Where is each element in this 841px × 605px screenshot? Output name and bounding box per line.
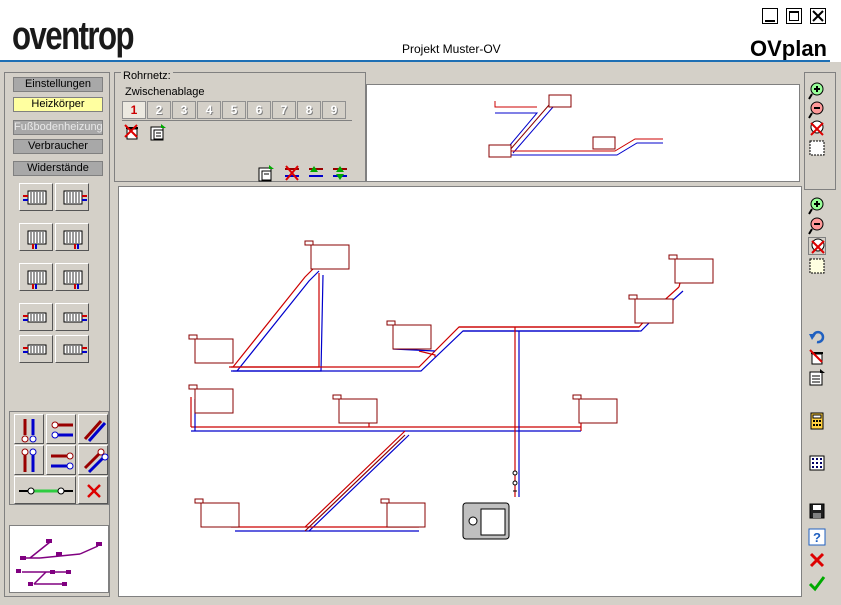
- radiator-bottom-right-icon[interactable]: [55, 263, 89, 291]
- zoom-fit-icon[interactable]: [808, 139, 826, 157]
- radiator-side-connection-icon[interactable]: [19, 183, 53, 211]
- category-fussbodenheizung[interactable]: Fußbodenheizung: [13, 120, 103, 135]
- tab-5[interactable]: 5: [222, 101, 246, 119]
- radiator-flat-icon[interactable]: [19, 303, 53, 331]
- radiator-bottom-connection-center-icon[interactable]: [55, 223, 89, 251]
- zoom-out-canvas-icon[interactable]: [808, 217, 826, 235]
- tab-9[interactable]: 9: [322, 101, 346, 119]
- piping-canvas[interactable]: [118, 186, 802, 597]
- tab-2[interactable]: 2: [147, 101, 171, 119]
- maximize-icon[interactable]: [786, 8, 802, 24]
- tab-1[interactable]: 1: [122, 101, 146, 119]
- horizontal-pipe-valve-icon[interactable]: [46, 414, 76, 444]
- radiator-bottom-left-icon[interactable]: [19, 263, 53, 291]
- radiator-flat-low-alt-icon[interactable]: [55, 335, 89, 363]
- save-icon[interactable]: [808, 502, 826, 520]
- diagonal-pipe-icon[interactable]: [78, 414, 108, 444]
- merge-vertical-icon[interactable]: [331, 164, 349, 185]
- radiator-palette: [5, 173, 111, 363]
- copy-network-icon[interactable]: [257, 164, 275, 185]
- app-title: OVplan: [749, 36, 827, 61]
- vertical-pipe-pair-icon[interactable]: [14, 414, 44, 444]
- horizontal-pipe-pair-icon[interactable]: [46, 445, 76, 475]
- delete-clipboard-icon[interactable]: [123, 123, 141, 144]
- radiator-side-connection-right-icon[interactable]: [55, 183, 89, 211]
- category-heizkoerper[interactable]: Heizkörper: [13, 97, 103, 112]
- svg-text:?: ?: [813, 530, 821, 545]
- delete-pipe-icon[interactable]: [78, 476, 108, 504]
- diagonal-pipe-valves-icon[interactable]: [78, 445, 109, 475]
- select-region-icon[interactable]: [808, 257, 826, 275]
- network-overview-thumbnail[interactable]: [9, 525, 109, 593]
- right-toolbar: ?: [804, 72, 836, 600]
- network-preview[interactable]: [366, 84, 800, 182]
- delete-network-icon[interactable]: [283, 164, 301, 185]
- delete-icon[interactable]: [808, 348, 826, 366]
- tab-7[interactable]: 7: [272, 101, 296, 119]
- component-panel: Einstellungen Heizkörper Fußbodenheizung…: [4, 72, 110, 597]
- header-divider: [0, 60, 830, 62]
- close-icon[interactable]: [810, 8, 826, 24]
- properties-icon[interactable]: [808, 368, 826, 386]
- rohrnetz-label: Rohrnetz:: [121, 70, 173, 82]
- paste-clipboard-icon[interactable]: [149, 123, 167, 144]
- tab-4[interactable]: 4: [197, 101, 221, 119]
- rohrnetz-panel: Rohrnetz: Zwischenablage: [114, 70, 366, 185]
- help-icon[interactable]: ?: [808, 528, 826, 546]
- tab-row-underline: [122, 120, 352, 121]
- pipe-connector-icon[interactable]: [14, 476, 76, 504]
- zoom-in-icon[interactable]: [808, 82, 826, 100]
- zoom-in-canvas-icon[interactable]: [808, 197, 826, 215]
- tab-6[interactable]: 6: [247, 101, 271, 119]
- pipe-tools: [9, 411, 109, 505]
- vertical-pipe-valves-icon[interactable]: [14, 445, 44, 475]
- cancel-icon[interactable]: [808, 551, 826, 569]
- app-header: oventrop Projekt Muster-OV OVplan: [0, 0, 841, 62]
- undo-icon[interactable]: [808, 328, 826, 346]
- zoom-out-icon[interactable]: [808, 101, 826, 119]
- minimize-icon[interactable]: [762, 8, 778, 24]
- category-einstellungen[interactable]: Einstellungen: [13, 77, 103, 92]
- ok-icon[interactable]: [808, 574, 826, 592]
- radiator-flat-alt-icon[interactable]: [55, 303, 89, 331]
- oventrop-logo: oventrop: [12, 14, 135, 58]
- grid-icon[interactable]: [808, 454, 826, 472]
- project-title: Projekt Muster-OV: [402, 42, 501, 56]
- tab-3[interactable]: 3: [172, 101, 196, 119]
- merge-horizontal-icon[interactable]: [307, 164, 325, 185]
- radiator-bottom-connection-icon[interactable]: [19, 223, 53, 251]
- tab-8[interactable]: 8: [297, 101, 321, 119]
- zoom-cancel-icon[interactable]: [808, 120, 826, 138]
- clipboard-label: Zwischenablage: [125, 86, 205, 98]
- zoom-cancel-canvas-icon[interactable]: [808, 237, 826, 255]
- category-verbraucher[interactable]: Verbraucher: [13, 139, 103, 154]
- calculator-icon[interactable]: [808, 412, 826, 430]
- radiator-flat-low-icon[interactable]: [19, 335, 53, 363]
